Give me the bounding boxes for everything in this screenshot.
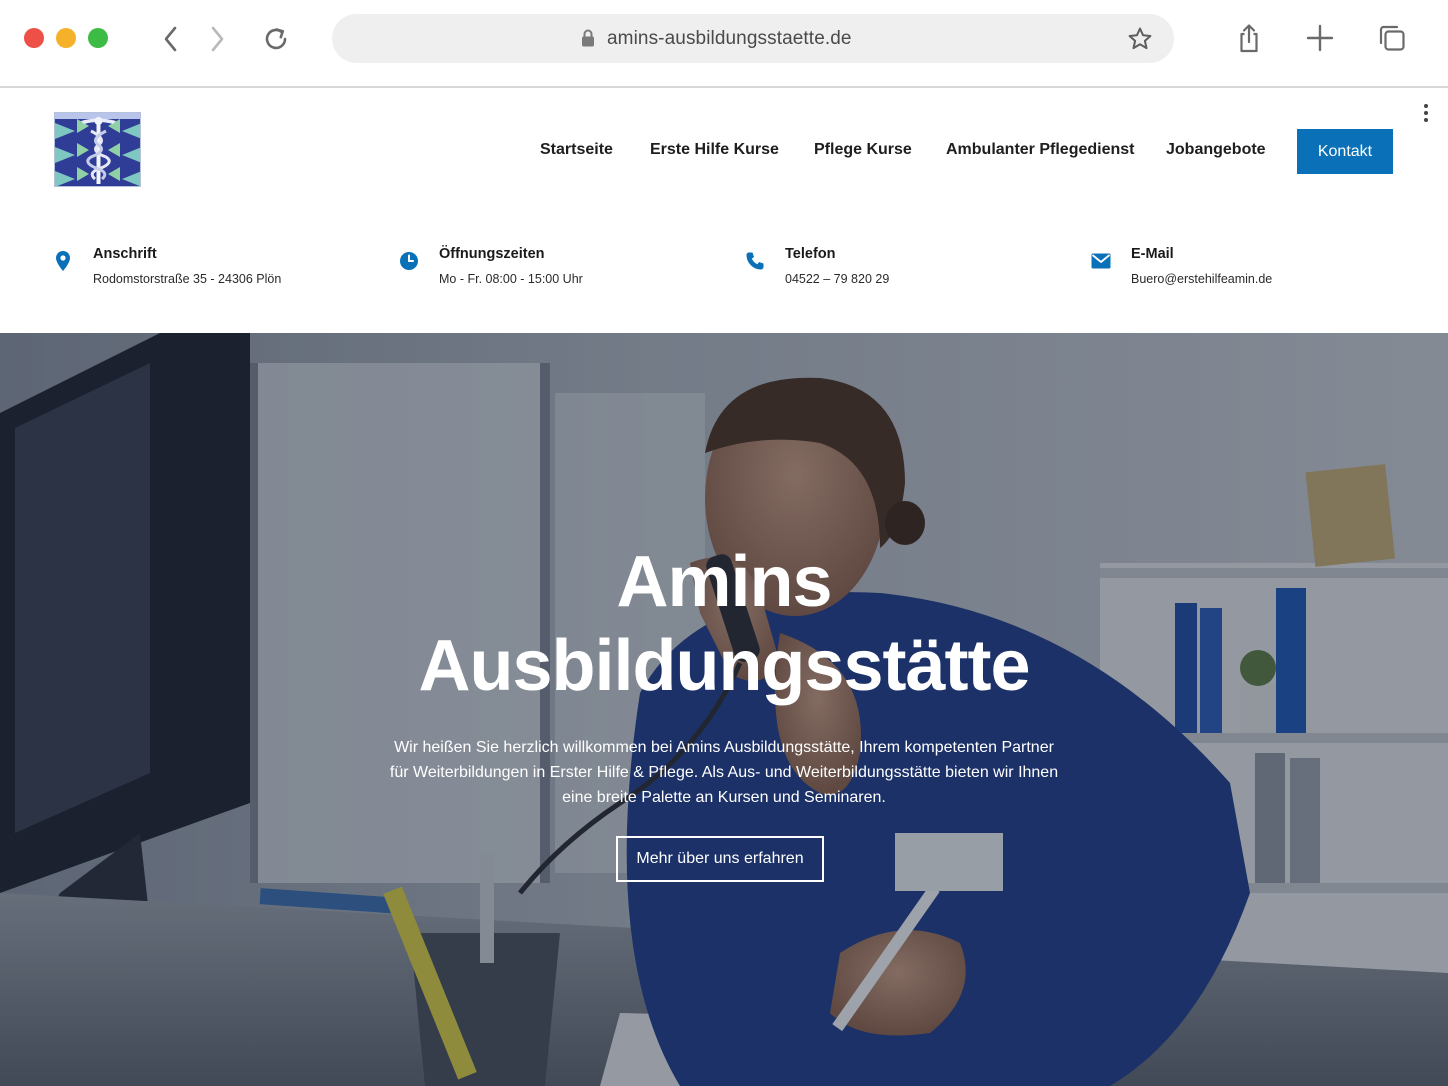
info-title: E-Mail: [1131, 246, 1174, 262]
info-value[interactable]: Buero@erstehilfeamin.de: [1131, 272, 1272, 286]
caduceus-logo-icon: [55, 113, 140, 186]
reload-button[interactable]: [259, 22, 293, 56]
hero-title-line2: Ausbildungsstätte: [418, 626, 1030, 706]
nav-item-jobangebote[interactable]: Jobangebote: [1166, 141, 1266, 159]
forward-button[interactable]: [200, 22, 234, 56]
tab-overview-button[interactable]: [1374, 20, 1410, 56]
browser-toolbar: amins-ausbildungsstaette.de: [0, 0, 1448, 88]
map-pin-icon: [52, 250, 74, 272]
plus-icon: [1306, 24, 1334, 52]
info-title: Telefon: [785, 246, 836, 262]
clock-icon: [398, 250, 420, 272]
info-value[interactable]: 04522 – 79 820 29: [785, 272, 889, 286]
lock-icon: [582, 29, 594, 47]
chevron-right-icon: [211, 26, 224, 52]
reload-icon: [265, 28, 287, 50]
more-options-icon[interactable]: [1418, 102, 1434, 124]
info-title: Anschrift: [93, 246, 157, 262]
share-button[interactable]: [1231, 20, 1267, 56]
hero-overlay: [0, 333, 1448, 1086]
close-window-button[interactable]: [24, 28, 44, 48]
site-header: Startseite Erste Hilfe Kurse Pflege Kurs…: [0, 90, 1448, 333]
info-title: Öffnungszeiten: [439, 246, 545, 262]
address-url: amins-ausbildungsstaette.de: [607, 28, 852, 49]
tabs-icon: [1379, 25, 1405, 51]
mail-icon: [1090, 250, 1112, 272]
back-button[interactable]: [154, 22, 188, 56]
kontakt-button[interactable]: Kontakt: [1297, 129, 1393, 174]
hero-title: Amins Ausbildungsstätte: [0, 540, 1448, 708]
info-value: Rodomstorstraße 35 - 24306 Plön: [93, 272, 282, 286]
new-tab-button[interactable]: [1302, 20, 1338, 56]
minimize-window-button[interactable]: [56, 28, 76, 48]
phone-icon: [744, 250, 766, 272]
about-us-button[interactable]: Mehr über uns erfahren: [616, 836, 824, 882]
share-icon: [1240, 24, 1258, 53]
hero-description: Wir heißen Sie herzlich willkommen bei A…: [389, 739, 1059, 806]
nav-item-ambulanter-pflegedienst[interactable]: Ambulanter Pflegedienst: [946, 141, 1134, 159]
nav-item-pflege-kurse[interactable]: Pflege Kurse: [814, 141, 912, 159]
hero-title-line1: Amins: [616, 542, 832, 622]
zoom-window-button[interactable]: [88, 28, 108, 48]
hero-section: Amins Ausbildungsstätte Wir heißen Sie h…: [0, 333, 1448, 1086]
nav-item-startseite[interactable]: Startseite: [540, 141, 613, 159]
address-bar[interactable]: amins-ausbildungsstaette.de: [332, 14, 1174, 63]
star-icon[interactable]: [1126, 25, 1154, 53]
site-logo[interactable]: [54, 112, 141, 187]
chevron-left-icon: [164, 26, 177, 52]
info-value: Mo - Fr. 08:00 - 15:00 Uhr: [439, 272, 583, 286]
nav-item-erste-hilfe-kurse[interactable]: Erste Hilfe Kurse: [650, 141, 779, 159]
